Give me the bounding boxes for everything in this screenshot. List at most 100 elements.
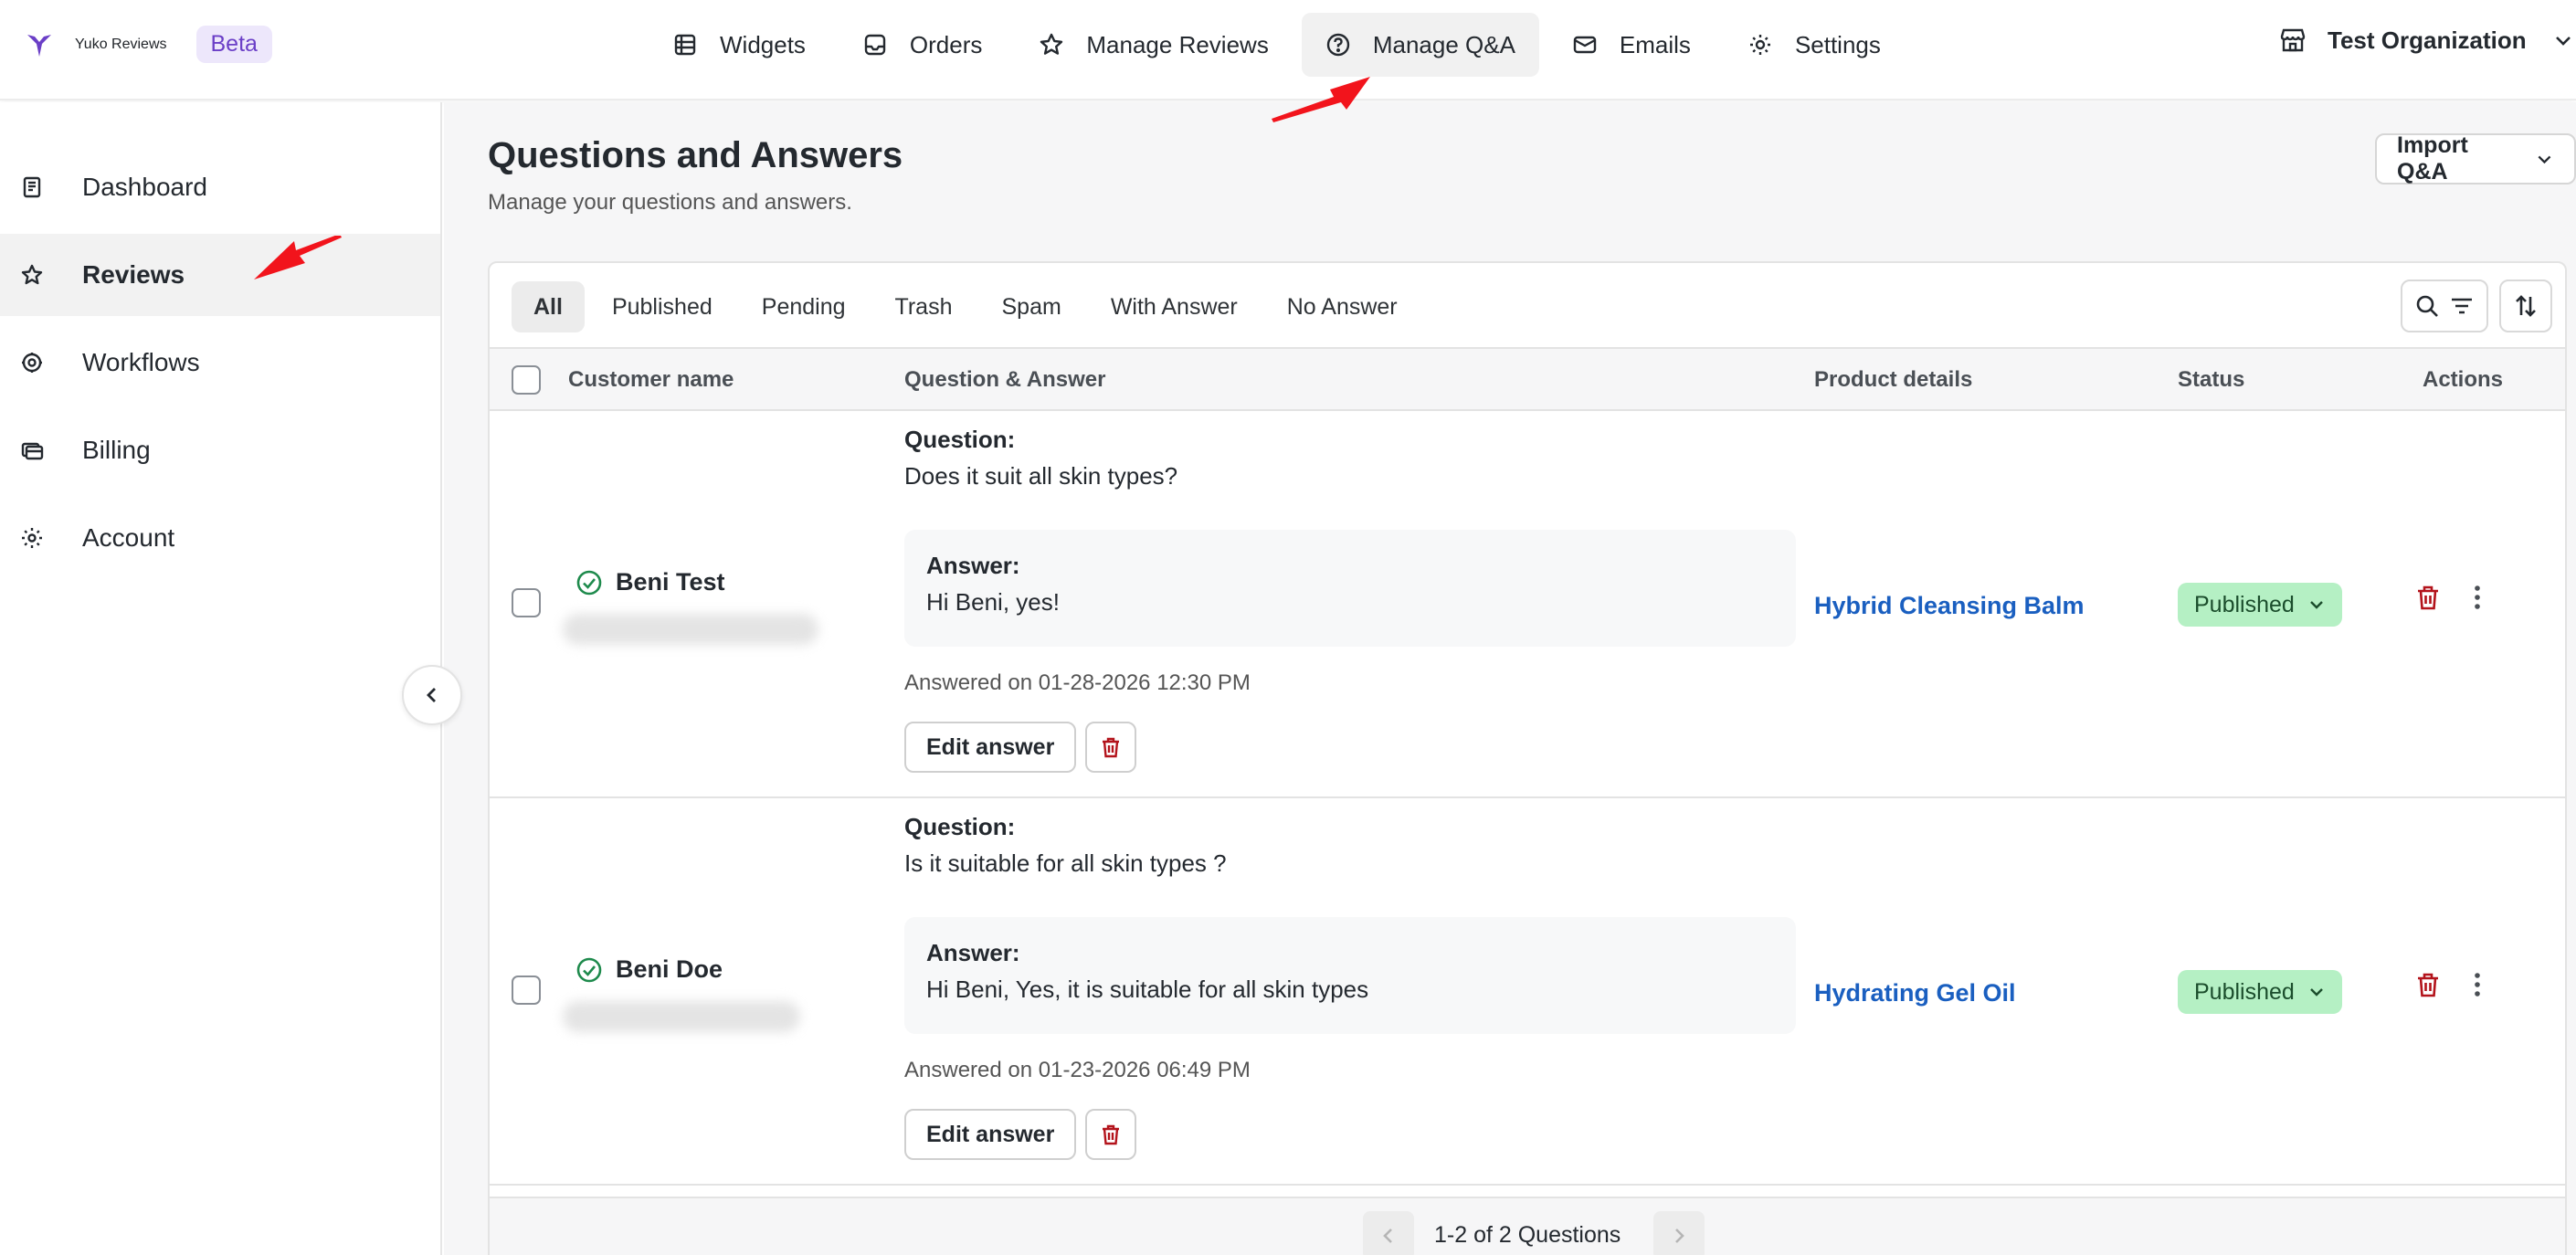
trash-icon[interactable] [2413,970,2443,999]
question-text: Does it suit all skin types? [904,462,1178,490]
nav-manage-qa[interactable]: Manage Q&A [1301,13,1539,77]
tab-all[interactable]: All [512,281,585,332]
gear-icon [22,528,42,548]
question-circle-icon [1326,33,1350,57]
answer-box: Answer: Hi Beni, yes! [904,530,1796,647]
main-content: Questions and Answers Manage your questi… [444,102,2576,1255]
edit-answer-button[interactable]: Edit answer [904,1109,1077,1160]
answered-on: Answered on 01-28-2026 12:30 PM [904,670,1251,695]
chevron-right-icon [1675,1229,1684,1243]
table-row: Beni Test Question: Does it suit all ski… [490,411,2565,798]
sidebar-item-reviews[interactable]: Reviews [0,234,440,316]
answer-box: Answer: Hi Beni, Yes, it is suitable for… [904,917,1796,1034]
next-page-button[interactable] [1653,1211,1705,1255]
select-all-checkbox[interactable] [512,365,541,395]
nav-orders[interactable]: Orders [839,13,1006,77]
search-icon [2416,295,2438,317]
store-icon [2280,28,2306,52]
column-header-qa: Question & Answer [904,367,1106,392]
answer-label: Answer: [926,552,1020,579]
column-header-actions: Actions [2423,367,2504,392]
workflow-icon [22,353,42,373]
more-vertical-icon[interactable] [2463,583,2492,612]
answer-text: Hi Beni, yes! [926,588,1060,616]
status-text: Published [2194,591,2295,617]
edit-answer-button[interactable]: Edit answer [904,722,1077,773]
tab-published[interactable]: Published [590,281,734,332]
nav-manage-reviews[interactable]: Manage Reviews [1015,13,1292,77]
customer-name-text: Beni Test [616,568,725,596]
filter-tabs: All Published Pending Trash Spam With An… [512,281,1425,332]
nav-label: Emails [1619,30,1691,58]
page-subtitle: Manage your questions and answers. [488,190,852,215]
nav-label: Orders [909,30,983,58]
sidebar-item-account[interactable]: Account [0,497,440,579]
chevron-down-icon [2538,155,2551,164]
customer-name: Beni Test [575,568,725,596]
table-row: Beni Doe Question: Is it suitable for al… [490,798,2565,1186]
product-link[interactable]: Hybrid Cleansing Balm [1814,592,2085,620]
nav-emails[interactable]: Emails [1548,13,1715,77]
nav-settings[interactable]: Settings [1724,13,1905,77]
import-qa-button[interactable]: Import Q&A [2375,132,2576,185]
status-dropdown[interactable]: Published [2178,583,2342,627]
verified-check-icon [576,570,602,595]
star-icon [21,264,43,285]
status-dropdown[interactable]: Published [2178,970,2342,1014]
sidebar-item-workflows[interactable]: Workflows [0,322,440,404]
question-label: Question: [904,426,1016,453]
chevron-left-icon [427,688,436,702]
sidebar-item-label: Account [82,523,175,552]
question-text: Is it suitable for all skin types ? [904,849,1227,877]
nav-label: Manage Q&A [1372,30,1515,58]
gear-icon [1749,35,1770,55]
inbox-icon [864,34,886,56]
organization-switcher[interactable]: Test Organization [2278,26,2574,55]
sidebar-item-label: Workflows [82,348,200,376]
column-header-product: Product details [1814,367,1973,392]
collapse-sidebar-button[interactable] [402,665,462,725]
row-checkbox[interactable] [512,588,541,617]
delete-answer-button[interactable] [1085,1109,1136,1160]
tab-spam[interactable]: Spam [980,281,1083,332]
previous-page-button[interactable] [1363,1211,1414,1255]
mail-icon [1573,36,1597,54]
dashboard-icon [23,176,41,198]
brand[interactable]: Yuko Reviews Beta [24,26,272,63]
tab-with-answer[interactable]: With Answer [1089,281,1260,332]
trash-icon [1103,737,1119,758]
sort-button[interactable] [2499,279,2552,332]
trash-icon[interactable] [2413,583,2443,612]
filter-icon [2452,298,2472,314]
sidebar-item-label: Billing [82,436,151,464]
customer-name-text: Beni Doe [616,955,723,983]
main-nav: Widgets Orders Manage Reviews Manage Q&A… [649,13,1914,77]
widgets-icon [674,34,696,56]
sidebar: Dashboard Reviews Workflows Billing Acco… [0,102,442,1255]
tab-no-answer[interactable]: No Answer [1265,281,1420,332]
sidebar-item-dashboard[interactable]: Dashboard [0,146,440,228]
nav-label: Widgets [720,30,806,58]
tab-pending[interactable]: Pending [740,281,868,332]
chevron-down-icon [2555,37,2571,46]
pagination-text: 1-2 of 2 Questions [1434,1222,1621,1248]
billing-icon [21,442,44,460]
column-header-status: Status [2178,367,2245,392]
question-label: Question: [904,813,1016,840]
organization-name: Test Organization [2328,26,2527,54]
nav-widgets[interactable]: Widgets [649,13,829,77]
product-link[interactable]: Hydrating Gel Oil [1814,979,2016,1007]
sort-arrows-icon [2516,295,2536,317]
beta-badge: Beta [195,26,272,63]
tab-trash[interactable]: Trash [873,281,975,332]
delete-answer-button[interactable] [1085,722,1136,773]
more-vertical-icon[interactable] [2463,970,2492,999]
answered-on: Answered on 01-23-2026 06:49 PM [904,1058,1251,1082]
sidebar-item-billing[interactable]: Billing [0,409,440,491]
row-checkbox[interactable] [512,976,541,1005]
import-qa-label: Import Q&A [2397,132,2468,185]
annotation-arrow-icon [254,236,342,279]
yuko-logo-icon [27,34,51,57]
status-text: Published [2194,978,2295,1005]
search-filter-button[interactable] [2401,279,2488,332]
